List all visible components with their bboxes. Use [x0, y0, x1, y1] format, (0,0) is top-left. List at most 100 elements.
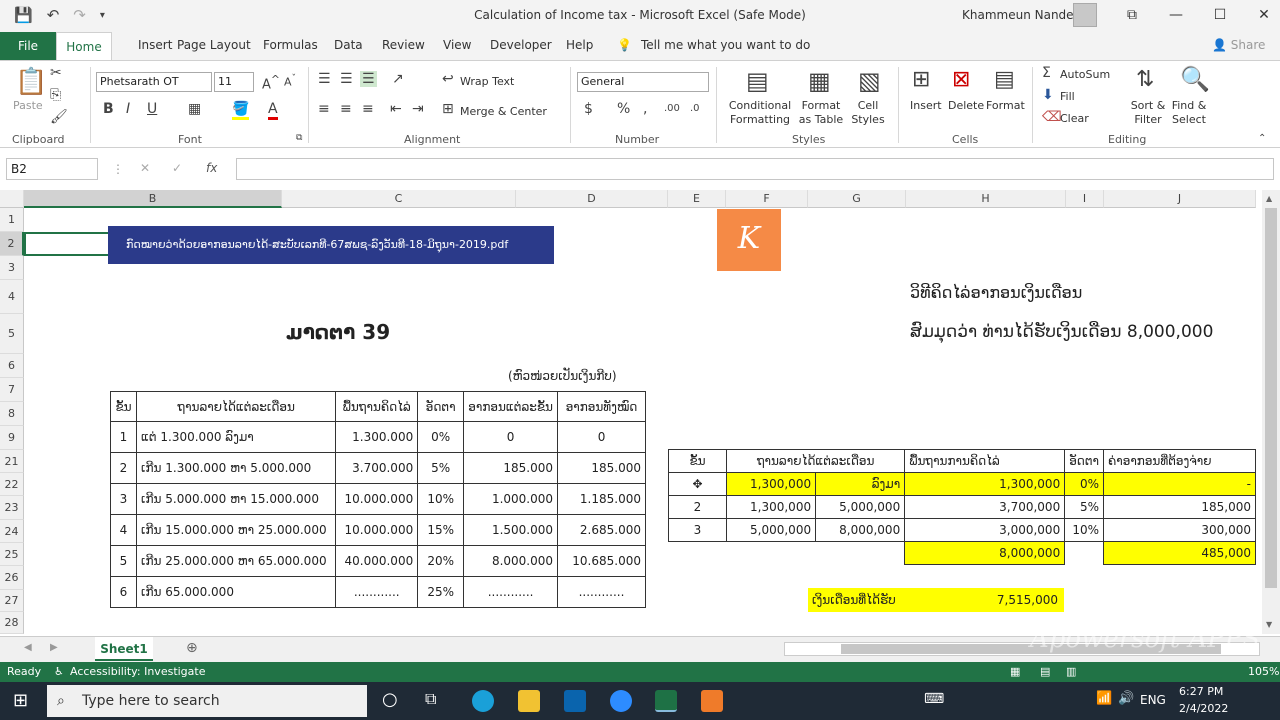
row-header[interactable]: 25 — [0, 543, 24, 566]
cell[interactable]: 10% — [1064, 518, 1104, 542]
scroll-thumb[interactable] — [1265, 208, 1277, 588]
cell[interactable]: 5,000,000 — [725, 518, 817, 542]
cancel-icon[interactable]: ✕ — [140, 161, 150, 175]
save-icon[interactable]: 💾 — [14, 6, 33, 24]
cell-styles-icon[interactable]: ▧ — [858, 67, 881, 95]
merge-center-label[interactable]: Merge & Center — [460, 105, 547, 119]
row-header[interactable]: 23 — [0, 496, 24, 520]
header-cell[interactable]: ອັດຕາ — [1064, 449, 1104, 473]
select-all-corner[interactable] — [0, 190, 24, 208]
name-box[interactable]: B2 — [6, 158, 98, 180]
cell-styles-label[interactable]: Cell Styles — [848, 99, 888, 127]
underline-icon[interactable]: U — [147, 101, 157, 117]
column-header[interactable]: B — [24, 190, 282, 208]
align-middle-icon[interactable]: ☰ — [340, 71, 353, 87]
bold-icon[interactable]: B — [103, 101, 114, 117]
normal-view-icon[interactable]: ▦ — [1010, 662, 1020, 682]
tab-insert[interactable]: Insert — [138, 38, 172, 52]
file-explorer-icon[interactable] — [518, 690, 540, 712]
page-layout-view-icon[interactable]: ▤ — [1040, 662, 1050, 682]
autosum-icon[interactable]: Σ — [1042, 65, 1051, 81]
wrap-text-icon[interactable]: ↩ — [442, 71, 454, 87]
row-header[interactable]: 3 — [0, 256, 24, 280]
keyboard-icon[interactable]: ⌨ — [924, 691, 944, 707]
align-bottom-icon[interactable]: ☰ — [360, 71, 377, 87]
customize-qat-icon[interactable]: ▾ — [100, 10, 105, 21]
row-header[interactable]: 6 — [0, 354, 24, 378]
scroll-down-icon[interactable]: ▼ — [1266, 620, 1272, 629]
currency-icon[interactable]: $ — [584, 101, 593, 117]
header-cell[interactable]: ຖານລາຍໄດ້ແຕ່ລະເດືອນ — [725, 449, 906, 473]
collapse-ribbon-icon[interactable]: ⌃ — [1258, 133, 1266, 144]
avatar[interactable] — [1073, 3, 1097, 27]
increase-decimal-icon[interactable]: .00 — [664, 103, 680, 114]
header-cell[interactable]: ຂັ້ນ — [668, 449, 727, 473]
merge-center-icon[interactable]: ⊞ — [442, 101, 454, 117]
tab-data[interactable]: Data — [334, 38, 363, 52]
tab-formulas[interactable]: Formulas — [263, 38, 318, 52]
column-header[interactable]: H — [906, 190, 1066, 208]
wrap-text-label[interactable]: Wrap Text — [460, 75, 514, 89]
row-header[interactable]: 24 — [0, 520, 24, 543]
align-top-icon[interactable]: ☰ — [318, 71, 331, 87]
align-right-icon[interactable]: ≡ — [362, 101, 374, 117]
increase-indent-icon[interactable]: ⇥ — [412, 101, 424, 117]
sheet-content[interactable]: ກົດໝາຍວ່າດ້ວຍອາກອນລາຍໄດ້-ສະບັບເລກທີ-67ສພ… — [24, 208, 1262, 634]
font-color-icon[interactable]: A — [268, 101, 278, 120]
cell[interactable] — [669, 542, 727, 565]
spreadsheet-grid[interactable]: B C D E F G H I J 1 2 3 4 5 6 7 8 9 21 2… — [0, 190, 1262, 634]
format-painter-icon[interactable]: 🖌 — [50, 109, 68, 125]
percent-icon[interactable]: % — [617, 101, 630, 117]
font-size-combo[interactable]: 11 — [214, 72, 254, 92]
cell[interactable]: 1,300,000 — [904, 472, 1066, 496]
add-sheet-icon[interactable]: ⊕ — [186, 640, 198, 656]
column-header[interactable]: J — [1104, 190, 1256, 208]
tell-me-search[interactable]: Tell me what you want to do — [641, 38, 810, 52]
volume-icon[interactable]: 🔊 — [1118, 691, 1134, 706]
accessibility-status[interactable]: Accessibility: Investigate — [70, 662, 206, 682]
tab-file[interactable]: File — [0, 32, 56, 60]
align-left-icon[interactable]: ≡ — [318, 101, 330, 117]
row-header[interactable]: 2 — [0, 232, 24, 256]
row-header[interactable]: 28 — [0, 612, 24, 634]
zoom-level[interactable]: 105% — [1248, 662, 1279, 682]
total-base-cell[interactable]: 8,000,000 — [904, 541, 1066, 565]
fill-label[interactable]: Fill — [1060, 90, 1075, 104]
cell[interactable]: - — [1103, 472, 1256, 496]
align-center-icon[interactable]: ≡ — [340, 101, 352, 117]
delete-cells-icon[interactable]: ⊠ — [952, 67, 970, 92]
cell[interactable]: 3,700,000 — [904, 495, 1066, 519]
format-cells-icon[interactable]: ▤ — [994, 67, 1015, 92]
row-header[interactable]: 21 — [0, 450, 24, 473]
task-view-icon[interactable]: ⧉ — [425, 689, 436, 709]
total-tax-cell[interactable]: 485,000 — [1103, 541, 1256, 565]
clear-icon[interactable]: ⌫ — [1042, 109, 1062, 125]
recorder-icon[interactable] — [701, 690, 723, 712]
taskbar-search[interactable]: ⌕ Type here to search — [47, 685, 367, 717]
windows-start-icon[interactable]: ⊞ — [13, 690, 28, 711]
undo-icon[interactable]: ↶ — [47, 6, 60, 24]
vertical-scrollbar[interactable]: ▲ ▼ — [1262, 190, 1280, 634]
tax-calc-table[interactable]: ຂັ້ນ ຖານລາຍໄດ້ແຕ່ລະເດືອນ ພື້ນຖານການຄິດໄລ… — [668, 449, 1256, 565]
cell[interactable]: 185,000 — [1103, 495, 1256, 519]
tab-home[interactable]: Home — [56, 32, 112, 61]
column-header[interactable]: E — [668, 190, 726, 208]
cut-icon[interactable]: ✂ — [50, 65, 62, 81]
cell[interactable]: 5% — [1064, 495, 1104, 519]
tab-developer[interactable]: Developer — [490, 38, 552, 52]
sort-filter-icon[interactable]: ⇅ — [1136, 67, 1154, 92]
outlook-icon[interactable] — [564, 690, 586, 712]
autosum-label[interactable]: AutoSum — [1060, 68, 1110, 82]
redo-icon[interactable]: ↷ — [73, 6, 86, 24]
find-select-icon[interactable]: 🔍 — [1180, 65, 1210, 93]
decrease-decimal-icon[interactable]: .0 — [690, 103, 700, 114]
formula-input[interactable] — [236, 158, 1274, 180]
format-cells-label[interactable]: Format — [986, 99, 1025, 113]
cell[interactable]: 3,000,000 — [904, 518, 1066, 542]
edge-icon[interactable] — [472, 690, 494, 712]
column-header[interactable]: I — [1066, 190, 1104, 208]
conditional-formatting-icon[interactable]: ▤ — [746, 67, 769, 95]
delete-cells-label[interactable]: Delete — [948, 99, 984, 113]
tab-view[interactable]: View — [443, 38, 471, 52]
ribbon-display-icon[interactable]: ⧉ — [1110, 4, 1154, 26]
